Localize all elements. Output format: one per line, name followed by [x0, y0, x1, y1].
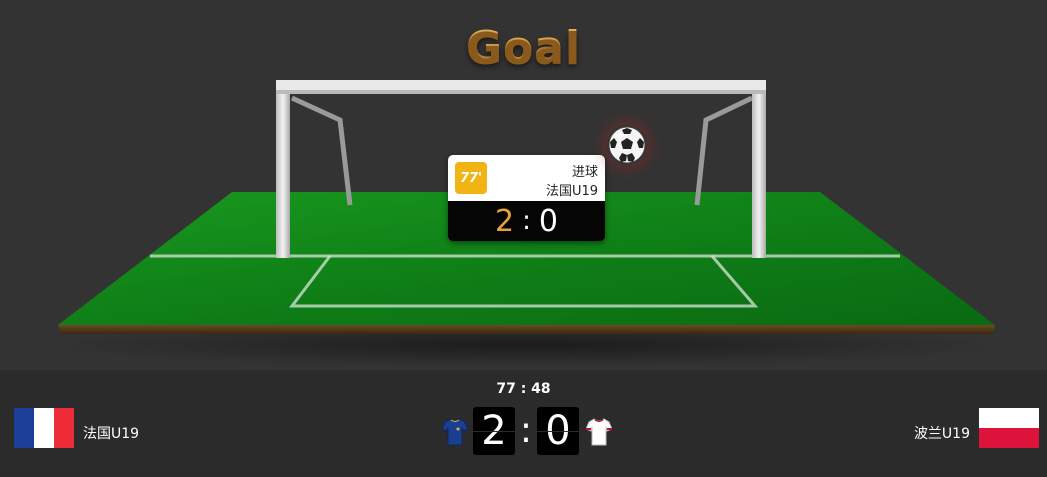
- soccer-ball-icon: [607, 125, 647, 165]
- event-card-score: 2 : 0: [448, 201, 605, 241]
- event-minute-badge: 77': [455, 162, 487, 194]
- goal-post-left: [276, 81, 290, 258]
- home-team-name: 法国U19: [83, 426, 140, 442]
- event-card-header: 77' 进球 法国U19: [448, 155, 605, 201]
- goal-event-card: 77' 进球 法国U19 2 : 0: [448, 155, 605, 241]
- pitch-soil-edge: [58, 325, 995, 334]
- home-score-digit: 2: [473, 407, 515, 455]
- event-team-label: 法国U19: [545, 184, 598, 199]
- france-flag-icon: [14, 408, 74, 448]
- score-separator: :: [519, 410, 533, 451]
- event-score-away: 0: [538, 203, 558, 239]
- home-jersey-icon: [442, 418, 468, 446]
- poland-flag-icon: [979, 408, 1039, 448]
- away-jersey-icon: [586, 418, 612, 446]
- away-team-name: 波兰U19: [913, 426, 970, 442]
- goal-back-support-right: [694, 95, 754, 206]
- match-clock: 77 : 48: [496, 381, 551, 397]
- goal-post-right: [752, 81, 766, 258]
- event-score-separator: :: [522, 206, 531, 236]
- event-score-home: 2: [495, 203, 515, 239]
- goal-crossbar-shade: [276, 90, 766, 94]
- away-score-digit: 0: [537, 407, 579, 455]
- event-type-label: 进球: [571, 165, 598, 180]
- match-animation-stage: Goal 77' 进球 法国U19 2: 0: [0, 0, 1047, 370]
- goal-back-support-left: [290, 95, 353, 206]
